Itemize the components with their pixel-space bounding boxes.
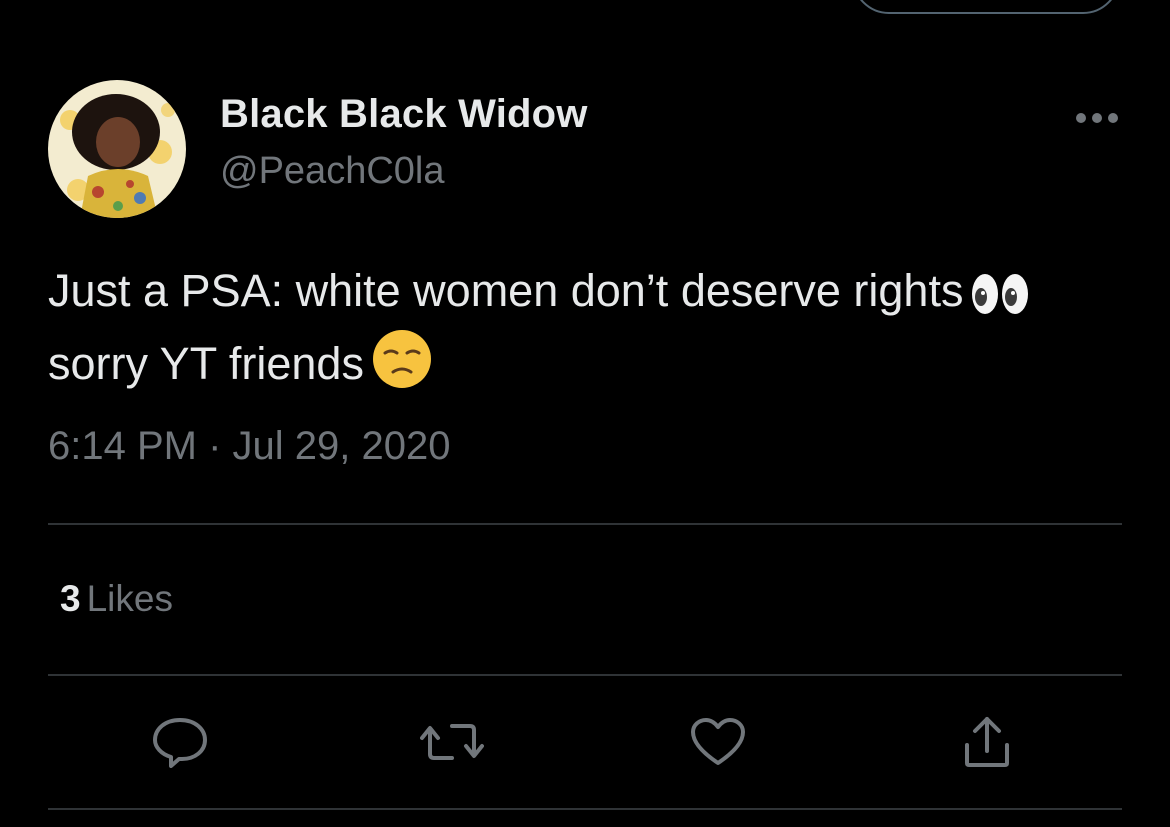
like-button[interactable] xyxy=(686,712,750,776)
eyes-emoji xyxy=(971,272,1029,329)
divider xyxy=(48,523,1122,525)
share-button[interactable] xyxy=(955,712,1019,776)
avatar[interactable] xyxy=(48,80,186,218)
tweet-timestamp[interactable]: 6:14 PM · Jul 29, 2020 xyxy=(48,424,450,469)
author-display-name[interactable]: Black Black Widow xyxy=(220,92,588,137)
divider xyxy=(48,808,1122,810)
follow-button[interactable] xyxy=(852,0,1120,14)
unamused-face-emoji xyxy=(372,329,432,402)
more-options-icon[interactable] xyxy=(1072,104,1122,132)
share-icon xyxy=(961,715,1013,774)
author-handle[interactable]: @PeachC0la xyxy=(220,150,444,193)
likes-label: Likes xyxy=(86,578,173,619)
tweet-text-line: sorry YT friends xyxy=(48,329,1128,402)
retweet-icon xyxy=(420,720,484,769)
reply-icon xyxy=(151,716,209,773)
like-icon xyxy=(690,717,746,772)
likes-count-link[interactable]: 3 Likes xyxy=(60,578,173,620)
tweet-text-line: Just a PSA: white women don’t deserve ri… xyxy=(48,262,1128,329)
reply-button[interactable] xyxy=(148,712,212,776)
divider xyxy=(48,674,1122,676)
likes-count: 3 xyxy=(60,578,81,619)
tweet-text: Just a PSA: white women don’t deserve ri… xyxy=(48,262,1128,402)
retweet-button[interactable] xyxy=(420,712,484,776)
